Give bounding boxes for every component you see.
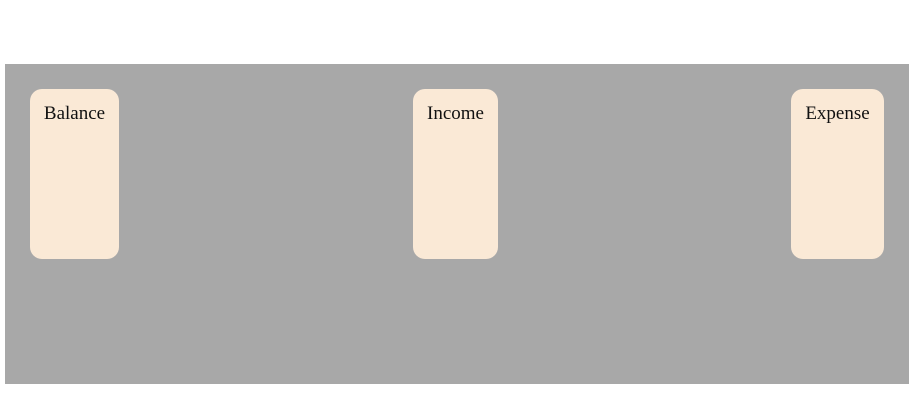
expense-card: Expense xyxy=(791,89,884,259)
income-card-label: Income xyxy=(427,103,484,124)
income-card: Income xyxy=(413,89,498,259)
balance-card-label: Balance xyxy=(43,103,106,124)
balance-card: Balance xyxy=(30,89,119,259)
expense-card-label: Expense xyxy=(805,103,870,124)
summary-panel: Balance Income Expense xyxy=(5,64,909,384)
